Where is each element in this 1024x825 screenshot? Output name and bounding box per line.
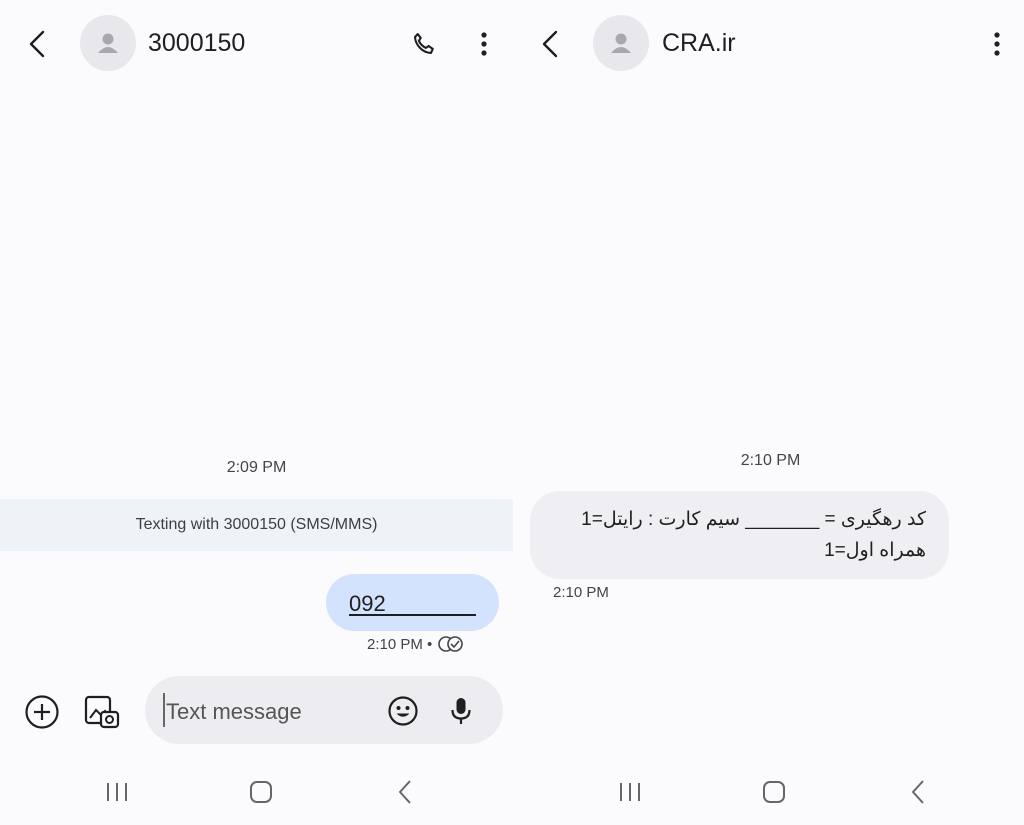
nav-back-icon[interactable] xyxy=(390,776,420,808)
back-arrow-icon[interactable] xyxy=(20,26,56,62)
home-icon[interactable] xyxy=(757,776,791,808)
contact-avatar-icon[interactable] xyxy=(593,15,649,71)
emoji-icon[interactable] xyxy=(385,693,421,729)
redaction-underline xyxy=(349,614,476,616)
received-message-line1: کد رهگیری = _______ سیم کارت : رایتل=1 xyxy=(581,509,926,530)
add-circle-icon[interactable] xyxy=(22,692,62,732)
time-divider: 2:09 PM xyxy=(226,459,287,476)
text-cursor xyxy=(163,693,165,727)
read-receipt-icon xyxy=(437,635,465,653)
sent-message-meta: 2:10 PM • xyxy=(367,635,465,653)
received-message-line2: همراه اول=1 xyxy=(824,540,926,561)
nav-back-icon[interactable] xyxy=(903,776,933,808)
sent-message-bubble[interactable]: 092 xyxy=(326,574,499,631)
system-nav-bar xyxy=(513,758,1024,825)
gallery-icon[interactable] xyxy=(82,692,122,732)
recents-icon[interactable] xyxy=(613,778,647,806)
contact-name[interactable]: CRA.ir xyxy=(662,29,736,58)
conversation-panel-right: CRA.ir 2:10 PM کد رهگیری = _______ سیم ک… xyxy=(513,0,1024,825)
mic-icon[interactable] xyxy=(445,693,477,729)
system-nav-bar xyxy=(0,758,513,825)
time-divider: 2:10 PM xyxy=(740,452,801,469)
home-icon[interactable] xyxy=(244,776,278,808)
received-message-bubble[interactable]: کد رهگیری = _______ سیم کارت : رایتل=1 ه… xyxy=(530,491,949,579)
compose-placeholder[interactable]: Text message xyxy=(166,699,302,725)
phone-icon[interactable] xyxy=(404,26,444,62)
compose-field[interactable]: Text message xyxy=(145,676,503,744)
recents-icon[interactable] xyxy=(100,778,134,806)
conversation-panel-left: 3000150 2:09 PM Texting with 3000150 (SM… xyxy=(0,0,513,825)
back-arrow-icon[interactable] xyxy=(533,26,569,62)
received-time: 2:10 PM xyxy=(553,584,609,601)
sms-mode-banner: Texting with 3000150 (SMS/MMS) xyxy=(0,499,513,551)
more-vert-icon[interactable] xyxy=(470,26,498,62)
contact-avatar-icon[interactable] xyxy=(80,15,136,71)
contact-name[interactable]: 3000150 xyxy=(148,29,245,58)
more-vert-icon[interactable] xyxy=(983,26,1011,62)
sent-time: 2:10 PM • xyxy=(367,635,433,653)
